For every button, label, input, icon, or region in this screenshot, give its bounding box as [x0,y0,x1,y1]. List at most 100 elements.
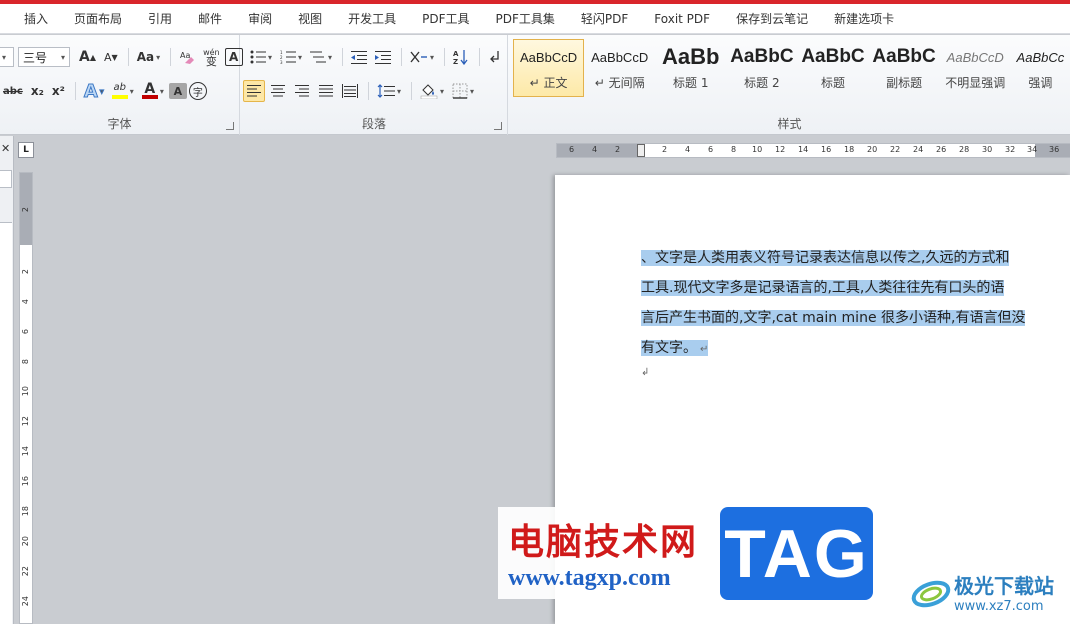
selected-text[interactable]: 有文字。 ↵ [641,340,709,356]
increase-indent-button[interactable] [372,46,394,68]
watermark-tag-badge: TAG [720,507,873,600]
tab-mailings[interactable]: 邮件 [185,4,235,34]
svg-text:A: A [453,50,459,58]
hruler-tick: 36 [1049,145,1060,154]
style-normal[interactable]: AaBbCcD ↵ 正文 [513,39,585,97]
align-left-button[interactable] [243,80,265,102]
multilevel-list-button[interactable] [307,46,335,68]
watermark-right-cn: 极光下载站 [954,574,1054,598]
svg-text:3: 3 [280,60,283,64]
tab-review[interactable]: 审阅 [235,4,285,34]
style-subtitle[interactable]: AaBbC 副标题 [869,39,940,97]
vruler-tick: 2 [21,207,30,213]
tab-qingshan-pdf[interactable]: 轻闪PDF [568,4,641,34]
tab-view[interactable]: 视图 [285,4,335,34]
vruler-tick: 6 [21,329,30,335]
font-dialog-launcher[interactable] [226,122,234,130]
tab-developer[interactable]: 开发工具 [335,4,409,34]
font-name-combo-arrow[interactable]: ▾ [0,47,14,67]
bullets-button[interactable] [247,46,275,68]
svg-text:Z: Z [453,58,458,65]
style-normal-sample: AaBbCcD [520,49,578,65]
align-center-button[interactable] [267,80,289,102]
style-subtle-emphasis-sample: AaBbCcD [946,49,1004,65]
style-heading-2[interactable]: AaBbC 标题 2 [726,39,797,97]
line-spacing-button[interactable] [374,80,404,102]
text-effects-button[interactable]: A [81,80,107,102]
clear-formatting-button[interactable]: Aa [176,46,198,68]
indent-marker[interactable] [637,144,645,157]
paragraph-marks-icon [490,51,499,63]
highlight-color-button[interactable]: ab [109,80,137,102]
chinese-layout-icon [410,51,428,63]
show-formatting-marks-button[interactable] [485,46,505,68]
horizontal-ruler[interactable]: 6 4 2 2 4 6 8 10 12 14 16 18 20 22 24 26… [556,143,1070,158]
numbering-icon: 123 [280,50,297,64]
tab-pdf-toolset[interactable]: PDF工具集 [483,4,568,34]
enclose-characters-button[interactable]: 字 [188,82,207,100]
hruler-tick: 34 [1027,145,1038,154]
numbering-button[interactable]: 123 [277,46,305,68]
strikethrough-button[interactable]: abc [0,80,26,102]
selected-text[interactable]: 、文字是人类用表义符号记录表达信息以传之,久远的方式和 [641,250,1010,266]
separator [342,48,344,66]
tab-stop-selector[interactable]: L [18,142,34,158]
hruler-tick: 28 [959,145,970,154]
tab-foxit-pdf[interactable]: Foxit PDF [641,4,723,34]
shading-button[interactable] [417,80,447,102]
paragraph-group: 123 AZ [241,35,508,135]
style-subtle-emphasis[interactable]: AaBbCcD 不明显强调 [940,39,1011,97]
vruler-tick: 2 [21,269,30,275]
style-subtitle-sample: AaBbC [872,46,936,67]
style-heading-1[interactable]: AaBb 标题 1 [655,39,726,97]
character-border-button[interactable]: A [224,48,243,66]
chinese-layout-button[interactable] [407,46,437,68]
font-color-button[interactable]: A [139,80,167,102]
separator [411,82,413,100]
ribbon: ▾ 三号▾ A▲ A▼ Aa Aa wén 变 A abc x₂ x² A [0,35,1070,135]
hruler-tick: 2 [662,145,668,154]
style-title[interactable]: AaBbC 标题 [797,39,868,97]
vertical-ruler[interactable]: 2 2 4 6 8 10 12 14 16 18 20 22 24 [19,172,33,624]
grow-font-button[interactable]: A ▲ [76,46,99,68]
document-body-text[interactable]: 、文字是人类用表义符号记录表达信息以传之,久远的方式和 工具.现代文字多是记录语… [641,243,1035,365]
selected-text[interactable]: 言后产生书面的,文字,cat main mine 很多小语种,有语言但没 [641,310,1026,326]
vruler-tick: 24 [21,596,30,607]
tab-insert[interactable]: 插入 [0,4,61,34]
phonetic-guide-button[interactable]: wén 变 [200,46,223,68]
styles-gallery: AaBbCcD ↵ 正文 AaBbCcD ↵ 无间隔 AaBb 标题 1 AaB… [513,39,1070,101]
sort-button[interactable]: AZ [450,46,472,68]
nav-search-box[interactable] [0,170,12,188]
hruler-tick: 26 [936,145,947,154]
character-shading-button[interactable]: A [168,83,187,99]
style-emphasis[interactable]: AaBbCc 强调 [1011,39,1070,97]
vruler-tick: 14 [21,446,30,457]
paragraph-dialog-launcher[interactable] [494,122,502,130]
distributed-align-button[interactable] [339,80,361,102]
close-icon[interactable]: ✕ [1,142,10,155]
shrink-font-button[interactable]: A ▼ [101,46,121,68]
style-no-spacing[interactable]: AaBbCcD ↵ 无间隔 [584,39,655,97]
tab-save-to-cloud-note[interactable]: 保存到云笔记 [723,4,821,34]
tab-new-tab[interactable]: 新建选项卡 [821,4,907,34]
hruler-tick: 6 [569,145,575,154]
style-emphasis-name: 强调 [1028,76,1053,90]
decrease-indent-button[interactable] [348,46,370,68]
vruler-tick: 18 [21,506,30,517]
change-case-button[interactable]: Aa [134,46,163,68]
font-color-swatch [141,95,158,99]
tab-pdf-tools[interactable]: PDF工具 [409,4,482,34]
styles-group: AaBbCcD ↵ 正文 AaBbCcD ↵ 无间隔 AaBb 标题 1 AaB… [509,35,1070,135]
subscript-button[interactable]: x₂ [28,80,47,102]
selected-text[interactable]: 工具.现代文字多是记录语言的,工具,人类往往先有口头的语 [641,280,1005,296]
superscript-button[interactable]: x² [49,80,68,102]
borders-button[interactable] [449,80,477,102]
align-right-button[interactable] [291,80,313,102]
font-size-combo[interactable]: 三号 ▾ [18,47,70,67]
watermark-url: www.tagxp.com [508,565,671,591]
justify-button[interactable] [315,80,337,102]
vruler-tick: 4 [21,299,30,305]
distributed-align-icon [342,84,358,98]
tab-references[interactable]: 引用 [135,4,185,34]
tab-page-layout[interactable]: 页面布局 [61,4,135,34]
